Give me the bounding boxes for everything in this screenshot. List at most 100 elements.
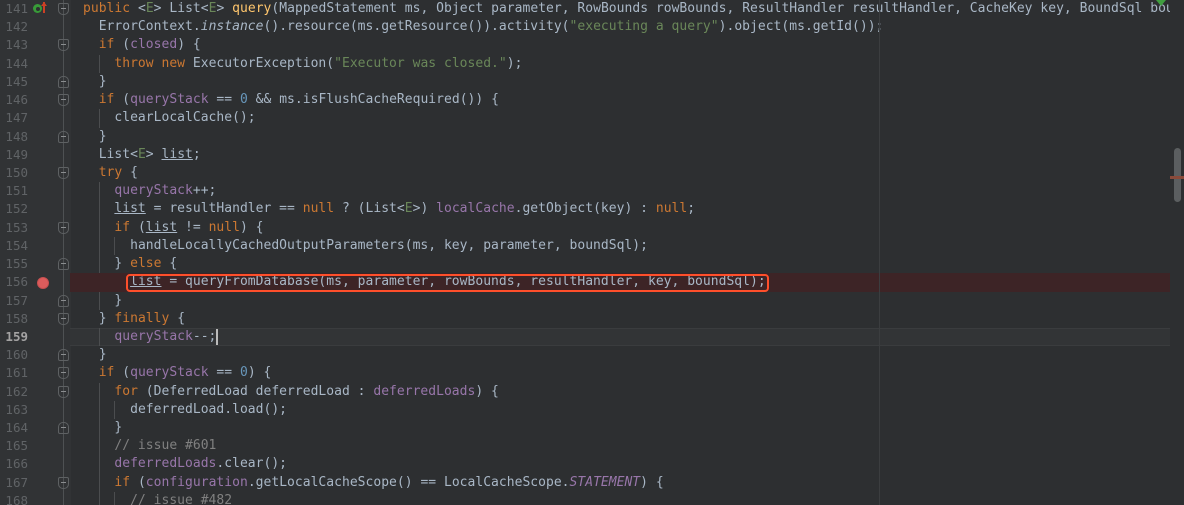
gutter-icon-cell[interactable]	[33, 219, 55, 237]
code-line[interactable]: 141 public <E> List<E> query(MappedStatem…	[0, 0, 1184, 19]
code-line[interactable]: 161 if (queryStack == 0) {	[0, 364, 1184, 383]
fold-collapse-icon[interactable]	[58, 367, 69, 380]
fold-gutter-cell[interactable]	[55, 309, 71, 328]
gutter-icon-cell[interactable]	[33, 455, 55, 473]
fold-gutter-cell[interactable]	[55, 491, 71, 505]
fold-gutter-cell[interactable]	[55, 182, 71, 201]
code-text[interactable]: }	[83, 73, 107, 91]
code-text[interactable]: } finally {	[83, 310, 185, 328]
fold-gutter-cell[interactable]	[55, 455, 71, 474]
fold-gutter-cell[interactable]	[55, 236, 71, 256]
gutter-icon-cell[interactable]	[33, 364, 55, 382]
vertical-scrollbar-thumb[interactable]	[1174, 148, 1181, 202]
fold-collapse-icon[interactable]	[58, 385, 69, 398]
code-text[interactable]: queryStack++;	[83, 182, 216, 200]
fold-end-icon[interactable]	[58, 349, 69, 362]
gutter-icon-cell[interactable]	[33, 182, 55, 200]
code-line[interactable]: 163 deferredLoad.load();	[0, 400, 1184, 420]
error-stripe-marker[interactable]	[1170, 176, 1184, 179]
gutter-icon-cell[interactable]	[33, 273, 55, 291]
gutter-icon-cell[interactable]	[33, 18, 55, 36]
gutter-icon-cell[interactable]	[33, 109, 55, 127]
fold-end-icon[interactable]	[58, 258, 69, 271]
fold-end-icon[interactable]	[58, 75, 69, 88]
gutter-icon-cell[interactable]	[33, 419, 55, 437]
fold-gutter-cell[interactable]	[55, 163, 71, 183]
fold-gutter-cell[interactable]	[55, 382, 71, 401]
gutter-icon-cell[interactable]	[33, 310, 55, 328]
code-line[interactable]: 162 for (DeferredLoad deferredLoad : def…	[0, 382, 1184, 401]
gutter-icon-cell[interactable]	[33, 55, 55, 73]
fold-gutter-cell[interactable]	[55, 200, 71, 219]
fold-gutter-cell[interactable]	[55, 91, 71, 110]
code-line[interactable]: 154 handleLocallyCachedOutputParameters(…	[0, 236, 1184, 256]
error-stripe-column[interactable]	[1170, 0, 1184, 505]
fold-end-icon[interactable]	[58, 130, 69, 143]
gutter-icon-cell[interactable]	[33, 0, 55, 18]
code-line[interactable]: 153 if (list != null) {	[0, 218, 1184, 237]
code-text[interactable]: }	[83, 128, 107, 146]
fold-gutter-cell[interactable]	[55, 218, 71, 237]
code-editor[interactable]: 141 public <E> List<E> query(MappedStatem…	[0, 0, 1184, 505]
gutter-icon-cell[interactable]	[33, 255, 55, 273]
fold-collapse-icon[interactable]	[58, 39, 69, 52]
code-line[interactable]: 152 list = resultHandler == null ? (List…	[0, 200, 1184, 219]
code-text[interactable]: deferredLoad.load();	[83, 401, 287, 419]
fold-gutter-cell[interactable]	[55, 291, 71, 310]
code-text[interactable]: } else {	[83, 255, 177, 273]
gutter-icon-cell[interactable]	[33, 200, 55, 218]
code-text[interactable]: // issue #601	[83, 437, 216, 455]
fold-collapse-icon[interactable]	[58, 94, 69, 107]
code-line[interactable]: 148 }	[0, 127, 1184, 146]
code-text[interactable]: if (closed) {	[83, 36, 201, 54]
override-arrow-icon[interactable]	[41, 2, 47, 13]
code-text[interactable]: throw new ExecutorException("Executor wa…	[83, 55, 522, 73]
fold-collapse-icon[interactable]	[58, 166, 69, 179]
code-text[interactable]: if (queryStack == 0) {	[83, 364, 272, 382]
fold-gutter-cell[interactable]	[55, 346, 71, 365]
code-text[interactable]: if (queryStack == 0 && ms.isFlushCacheRe…	[83, 91, 499, 109]
code-text[interactable]: clearLocalCache();	[83, 109, 256, 127]
code-line[interactable]: 166 deferredLoads.clear();	[0, 455, 1184, 474]
fold-gutter-cell[interactable]	[55, 18, 71, 37]
fold-gutter-cell[interactable]	[55, 72, 71, 92]
code-line[interactable]: 150 try {	[0, 163, 1184, 183]
code-text[interactable]: try {	[83, 164, 138, 182]
code-lines[interactable]: 141 public <E> List<E> query(MappedStatem…	[0, 0, 1184, 505]
code-text[interactable]: handleLocallyCachedOutputParameters(ms, …	[83, 237, 648, 255]
code-line[interactable]: 165 // issue #601	[0, 437, 1184, 456]
gutter-icon-cell[interactable]	[33, 328, 55, 346]
fold-gutter-cell[interactable]	[55, 127, 71, 146]
code-text[interactable]: // issue #482	[83, 492, 232, 505]
fold-gutter-cell[interactable]	[55, 109, 71, 128]
fold-collapse-icon[interactable]	[58, 312, 69, 325]
fold-collapse-icon[interactable]	[58, 3, 69, 15]
code-text[interactable]: }	[83, 419, 122, 437]
code-line[interactable]: 159 queryStack--;	[0, 327, 1184, 347]
fold-end-icon[interactable]	[58, 294, 69, 307]
gutter-icon-cell[interactable]	[33, 36, 55, 54]
fold-gutter-cell[interactable]	[55, 0, 71, 19]
gutter-icon-cell[interactable]	[33, 237, 55, 255]
code-text[interactable]: ErrorContext.instance().resource(ms.getR…	[83, 18, 884, 36]
fold-gutter-cell[interactable]	[55, 473, 71, 492]
gutter-icon-cell[interactable]	[33, 128, 55, 146]
fold-gutter-cell[interactable]	[55, 364, 71, 383]
gutter-icon-cell[interactable]	[33, 91, 55, 109]
code-text[interactable]: for (DeferredLoad deferredLoad : deferre…	[83, 383, 499, 401]
code-text[interactable]: if (list != null) {	[83, 219, 264, 237]
code-text[interactable]: list = resultHandler == null ? (List<E>)…	[83, 200, 695, 218]
code-line[interactable]: 143 if (closed) {	[0, 36, 1184, 55]
code-line[interactable]: 155 } else {	[0, 255, 1184, 274]
fold-gutter-cell[interactable]	[55, 145, 71, 164]
breakpoint-icon[interactable]	[37, 276, 49, 289]
fold-gutter-cell[interactable]	[55, 273, 71, 292]
fold-gutter-cell[interactable]	[55, 255, 71, 274]
gutter-icon-cell[interactable]	[33, 292, 55, 310]
gutter-icon-cell[interactable]	[33, 492, 55, 505]
code-line[interactable]: 164 }	[0, 419, 1184, 438]
fold-gutter-cell[interactable]	[55, 419, 71, 438]
code-text[interactable]: List<E> list;	[83, 146, 201, 164]
code-text[interactable]: if (configuration.getLocalCacheScope() =…	[83, 474, 664, 492]
code-line[interactable]: 158 } finally {	[0, 309, 1184, 328]
